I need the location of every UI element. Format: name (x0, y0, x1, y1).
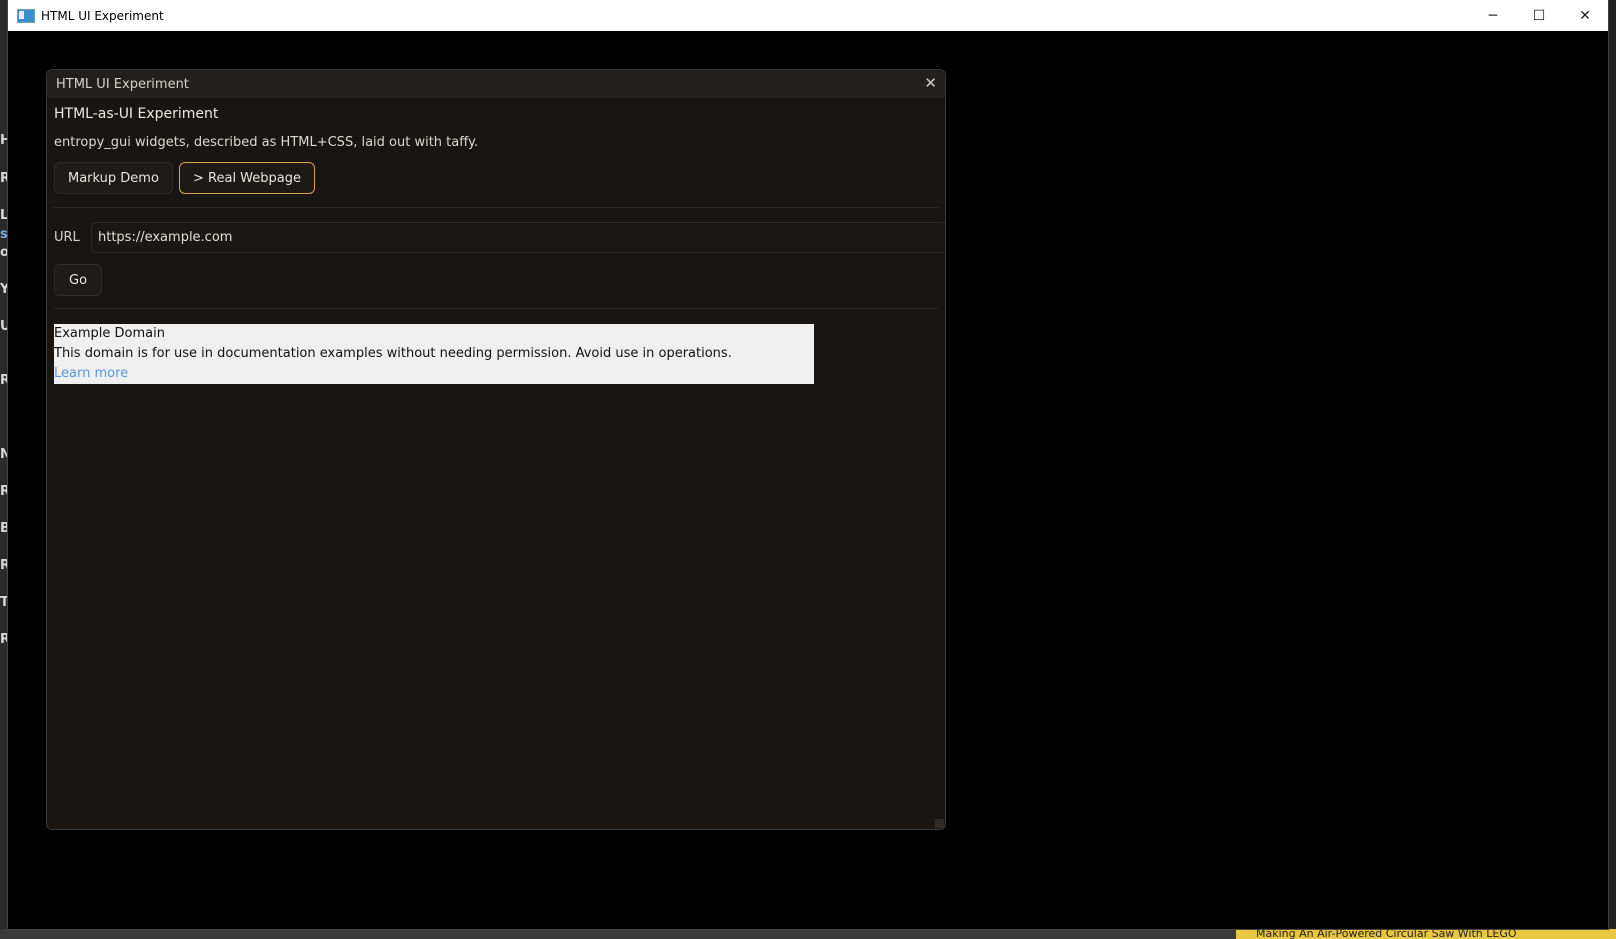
os-window: HTML UI Experiment ─ ☐ ✕ HTML UI Experim… (8, 0, 1608, 929)
background-letter: H (0, 134, 8, 148)
maximize-icon[interactable]: ☐ (1516, 0, 1562, 31)
background-letter: R (0, 374, 8, 388)
os-window-title: HTML UI Experiment (41, 8, 164, 23)
background-letter: s (0, 228, 8, 242)
markup-demo-button[interactable]: Markup Demo (54, 162, 173, 194)
separator (54, 308, 938, 309)
background-letter: U (0, 320, 8, 334)
background-letter: R (0, 172, 8, 186)
webpage-link[interactable]: Learn more (54, 364, 814, 384)
background-letter: L (0, 209, 8, 223)
webpage-heading: Example Domain (54, 326, 165, 341)
background-letter: o (0, 246, 8, 260)
panel-heading: HTML-as-UI Experiment (54, 106, 219, 122)
background-letter: R (0, 633, 8, 647)
webpage-body: This domain is for use in documentation … (54, 346, 732, 361)
background-letter: R (0, 559, 8, 573)
url-input[interactable] (91, 222, 945, 253)
experiment-panel: HTML UI Experiment ✕ HTML-as-UI Experime… (46, 69, 946, 830)
background-letter: R (0, 485, 8, 499)
background-letter: N (0, 448, 8, 462)
background-video-title[interactable]: Making An Air-Powered Circular Saw With … (1236, 929, 1616, 939)
background-right-strip (1608, 0, 1616, 939)
panel-body: HTML-as-UI Experiment entropy_gui widget… (54, 98, 945, 829)
panel-titlebar[interactable]: HTML UI Experiment ✕ (47, 70, 945, 98)
window-controls: ─ ☐ ✕ (1470, 0, 1608, 31)
minimize-icon[interactable]: ─ (1470, 0, 1516, 31)
background-bottom-strip: Making An Air-Powered Circular Saw With … (0, 929, 1616, 939)
background-left-strip: H R L s o Y U R N R B R T R (0, 0, 8, 939)
app-icon (17, 8, 35, 23)
real-webpage-button[interactable]: > Real Webpage (179, 162, 315, 194)
panel-title: HTML UI Experiment (56, 76, 189, 92)
separator (54, 207, 938, 208)
background-letter: B (0, 522, 8, 536)
panel-description: entropy_gui widgets, described as HTML+C… (54, 135, 479, 150)
background-letter: T (0, 596, 8, 610)
background-letter: Y (0, 283, 8, 297)
os-titlebar[interactable]: HTML UI Experiment ─ ☐ ✕ (8, 0, 1608, 31)
url-label: URL (54, 230, 80, 245)
panel-close-icon[interactable]: ✕ (924, 74, 937, 92)
go-button[interactable]: Go (54, 264, 103, 296)
webpage-view: Example Domain This domain is for use in… (54, 324, 814, 384)
close-icon[interactable]: ✕ (1562, 0, 1608, 31)
resize-grip[interactable] (935, 819, 944, 828)
